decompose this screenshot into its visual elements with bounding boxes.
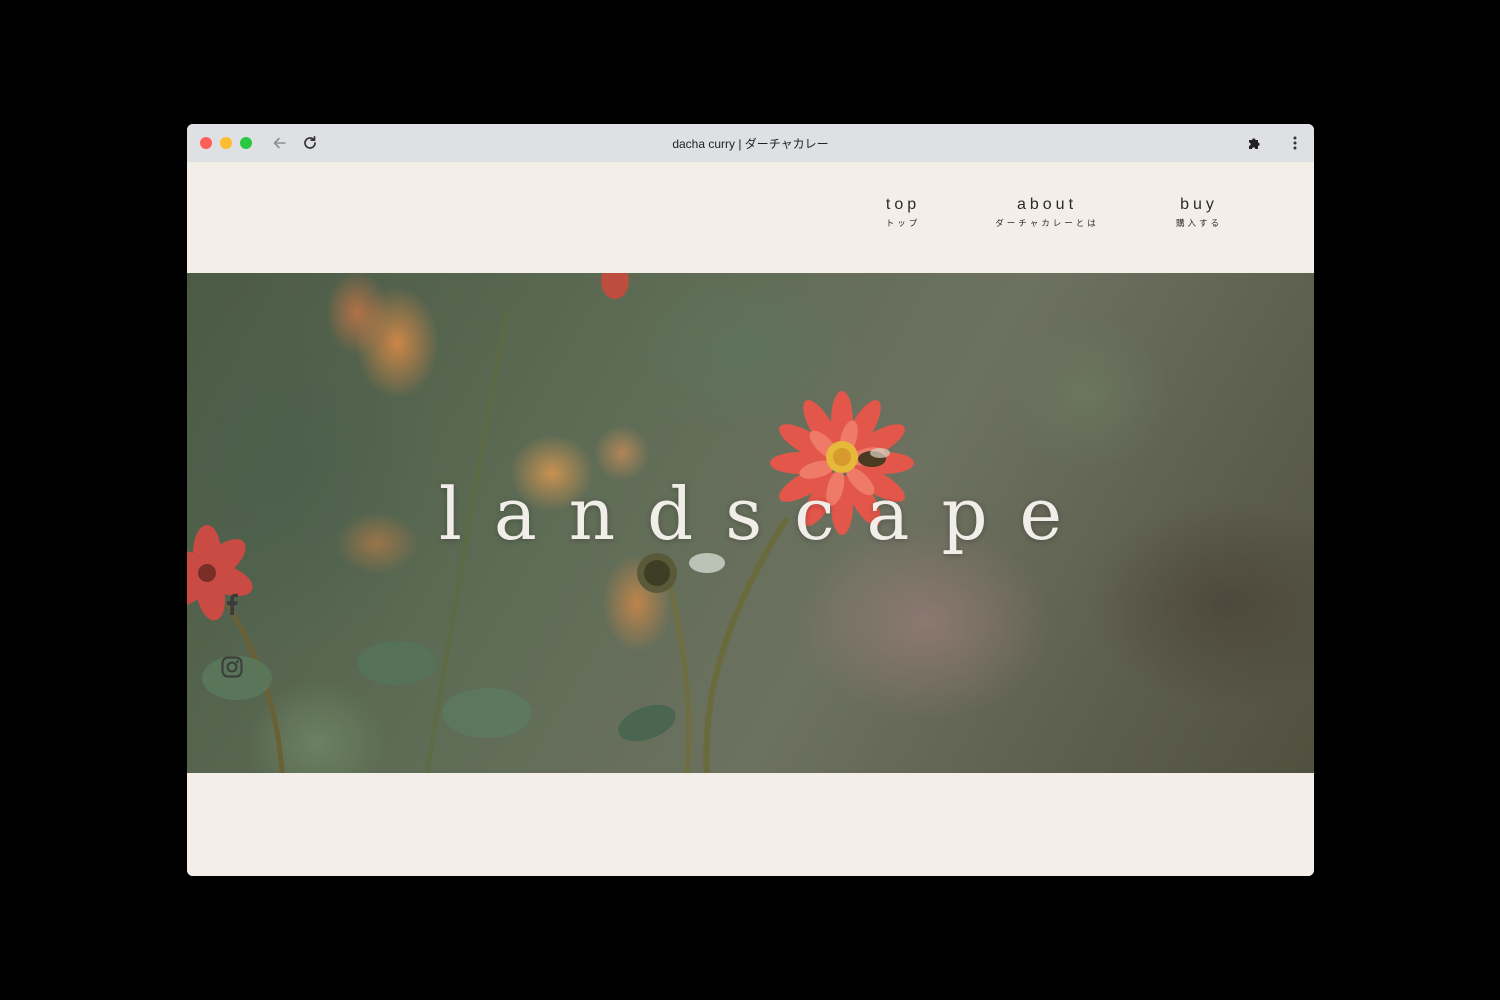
nav-label-en: buy xyxy=(1180,196,1218,213)
facebook-icon[interactable] xyxy=(221,593,243,615)
hero-image: landscape xyxy=(187,273,1314,773)
nav-label-jp: トップ xyxy=(885,219,921,229)
tab-title: dacha curry | ダーチャカレー xyxy=(672,137,829,151)
nav-item-about[interactable]: about ダーチャカレーとは xyxy=(987,196,1107,229)
nav-label-en: top xyxy=(885,196,921,213)
nav-label-en: about xyxy=(1016,196,1078,213)
browser-titlebar: dacha curry | ダーチャカレー xyxy=(187,124,1314,162)
extensions-puzzle-icon[interactable] xyxy=(1245,133,1265,153)
nav-label-jp: 購入する xyxy=(1175,219,1222,229)
kebab-menu-icon[interactable] xyxy=(1285,133,1305,153)
browser-window: dacha curry | ダーチャカレー top トップ about ダーチャ… xyxy=(187,124,1314,876)
nav-label-jp: ダーチャカレーとは xyxy=(995,219,1099,229)
site-header: top トップ about ダーチャカレーとは buy 購入する xyxy=(187,162,1314,273)
hero-title: landscape xyxy=(438,472,1095,556)
nav-item-buy[interactable]: buy 購入する xyxy=(1149,196,1249,229)
page-lower-section xyxy=(187,773,1314,876)
nav-item-top[interactable]: top トップ xyxy=(853,196,953,229)
instagram-icon[interactable] xyxy=(221,656,243,678)
